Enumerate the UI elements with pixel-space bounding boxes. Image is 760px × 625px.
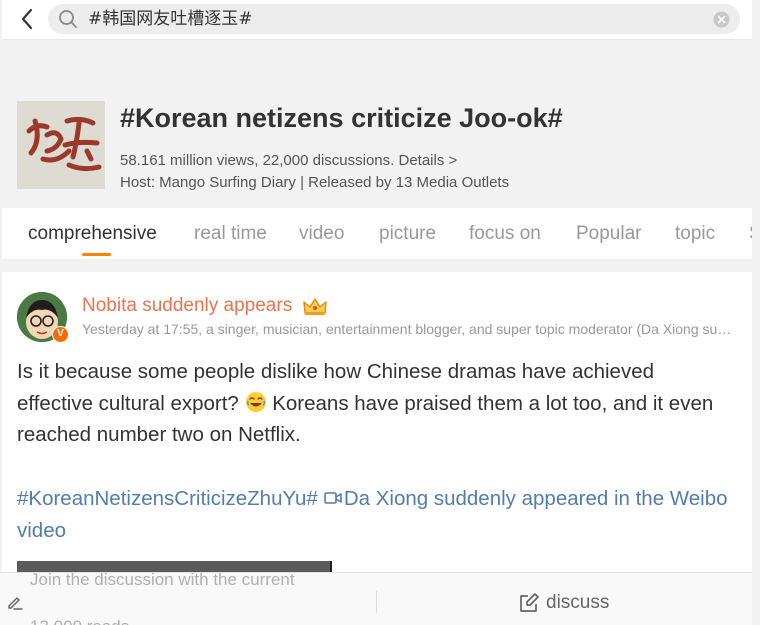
back-arrow-icon[interactable]	[14, 6, 40, 32]
tab-comprehensive[interactable]: comprehensive	[28, 223, 157, 245]
laughing-emoji-icon	[245, 391, 267, 413]
join-discussion-prompt[interactable]: Join the discussion with the current	[30, 570, 295, 590]
active-tab-indicator	[82, 253, 111, 256]
tab-focus-on[interactable]: focus on	[469, 223, 541, 245]
verified-badge-icon: V	[52, 326, 69, 343]
video-link-icon	[324, 483, 342, 515]
bottom-bar: Join the discussion with the current 13,…	[0, 570, 752, 625]
author-name[interactable]: Nobita suddenly appears	[82, 295, 292, 317]
hashtag-link[interactable]: #KoreanNetizensCriticizeZhuYu#	[17, 487, 318, 510]
tab-video[interactable]: video	[299, 223, 344, 245]
topic-host: Host: Mango Surfing Diary | Released by …	[120, 174, 510, 191]
topic-cover-image	[17, 101, 105, 189]
tab-real-time[interactable]: real time	[194, 223, 267, 245]
clear-icon[interactable]	[713, 11, 730, 33]
edit-icon	[520, 593, 539, 612]
topic-header: #Korean netizens criticize Joo-ok# 58.16…	[0, 90, 760, 200]
tab-popular[interactable]: Popular	[576, 223, 642, 245]
compose-icon[interactable]	[6, 593, 24, 616]
search-query[interactable]: #韩国网友吐槽逐玉#	[88, 9, 253, 29]
post-meta: Yesterday at 17:55, a singer, musician, …	[82, 321, 737, 337]
search-icon	[58, 9, 78, 34]
crown-badge-icon	[302, 297, 328, 322]
read-count: 13,000 reads	[30, 617, 129, 625]
tab-overflow[interactable]: S	[749, 223, 752, 245]
search-input[interactable]: #韩国网友吐槽逐玉#	[48, 4, 740, 34]
topic-stats[interactable]: 58.161 million views, 22,000 discussions…	[120, 152, 457, 169]
tab-topic[interactable]: topic	[675, 223, 715, 245]
post-card: V Nobita suddenly appears Yesterday at 1…	[2, 272, 752, 572]
topic-title: #Korean netizens criticize Joo-ok#	[120, 103, 563, 133]
top-bar: #韩国网友吐槽逐玉#	[2, 0, 752, 40]
tab-picture[interactable]: picture	[379, 223, 436, 245]
post-links: #KoreanNetizensCriticizeZhuYu# Da Xiong s…	[17, 483, 737, 547]
discuss-button[interactable]: discuss	[518, 590, 609, 616]
tab-bar: comprehensive real time video picture fo…	[2, 208, 752, 260]
post-body: Is it because some people dislike how Ch…	[17, 356, 717, 451]
discuss-label: discuss	[546, 592, 610, 613]
divider	[376, 591, 377, 613]
